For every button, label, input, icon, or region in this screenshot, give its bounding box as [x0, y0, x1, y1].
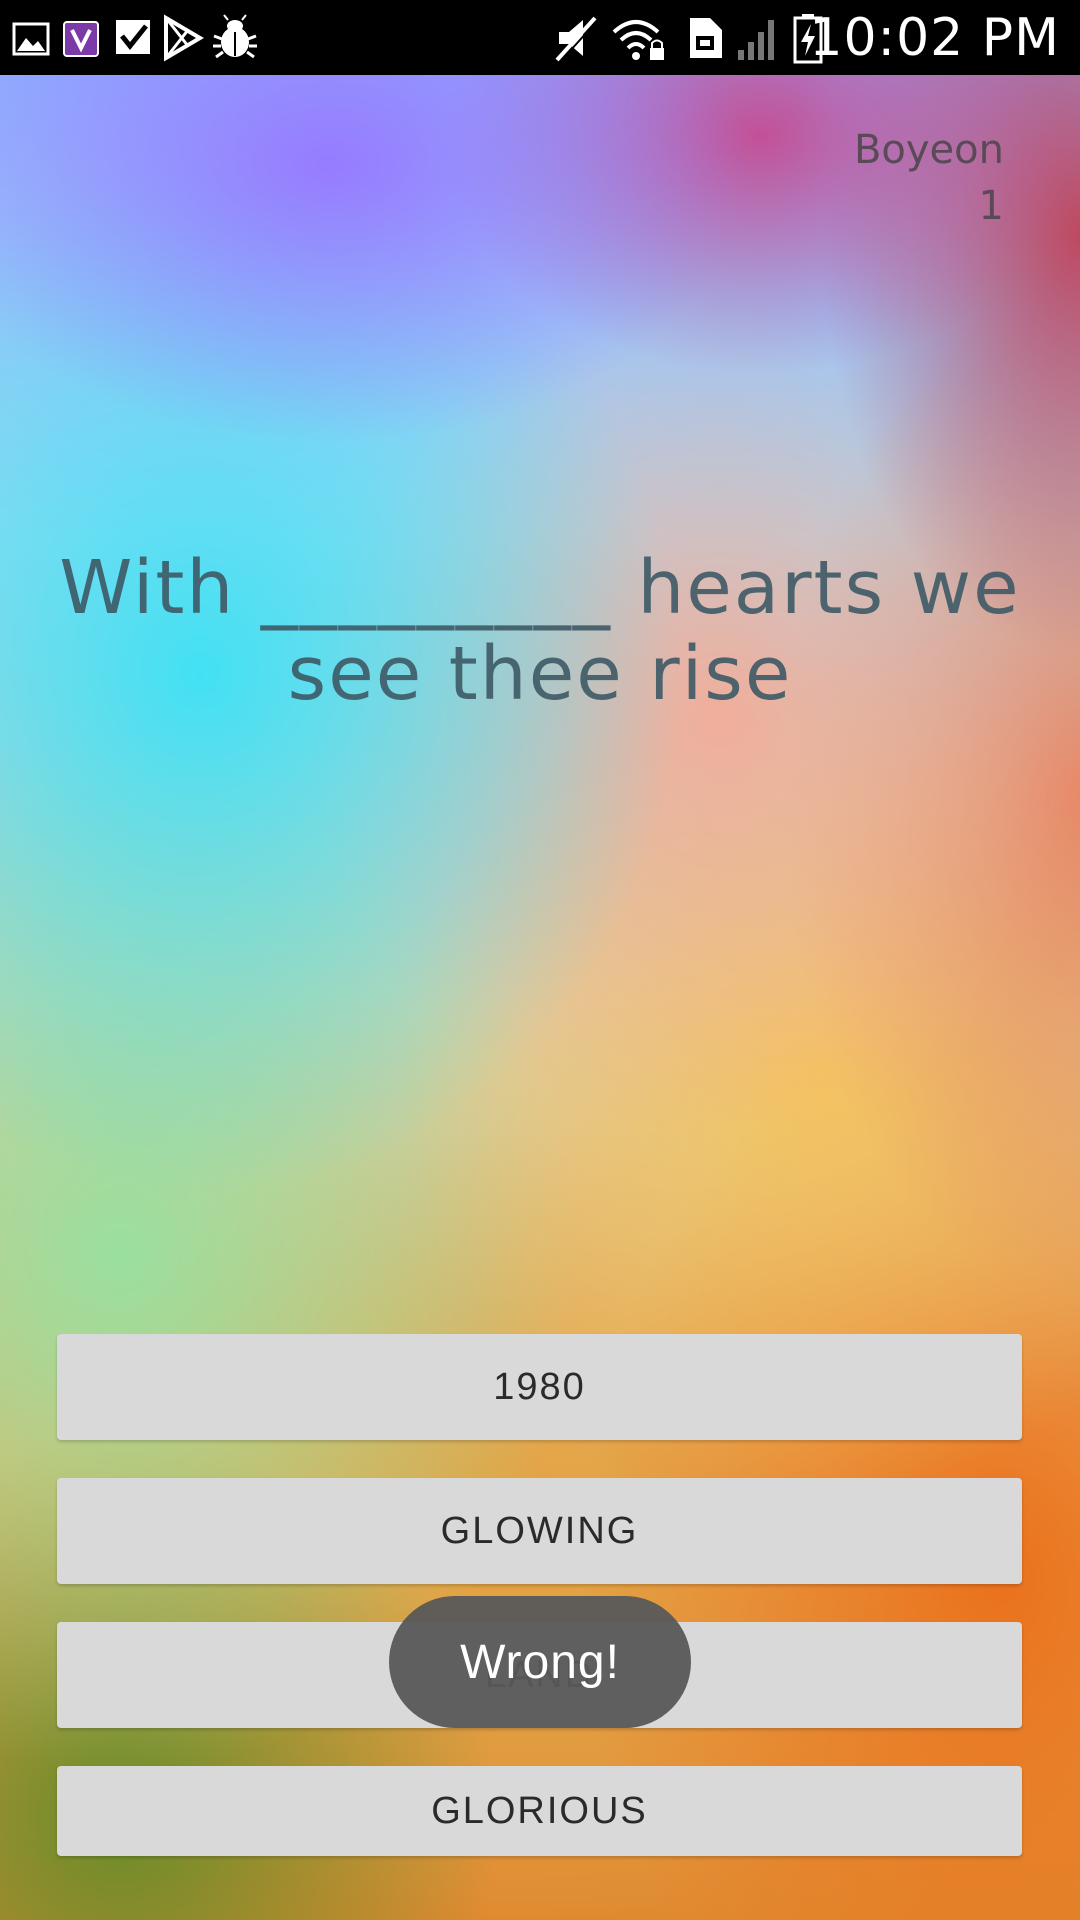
viber-icon [63, 21, 99, 57]
gallery-icon [12, 22, 50, 56]
tasks-check-icon [116, 20, 150, 54]
answer-button-1[interactable]: 1980 [57, 1334, 1022, 1440]
answer-button-2[interactable]: GLOWING [57, 1478, 1022, 1584]
mute-icon [555, 16, 599, 62]
answer-button-4[interactable]: GLORIOUS [57, 1766, 1022, 1856]
question-text: With _________ hearts we see thee rise [59, 545, 1021, 717]
wrong-toast: Wrong! [389, 1596, 691, 1728]
bug-debug-icon [213, 14, 257, 59]
player-score: 1 [978, 183, 1004, 229]
sim-card-icon [690, 18, 722, 58]
wifi-lock-icon [612, 20, 664, 60]
status-bar: 10:02 PM [0, 0, 1080, 75]
quiz-screen: 10:02 PM Boyeon 1 With _________ hearts … [0, 0, 1080, 1920]
status-time: 10:02 PM [809, 8, 1060, 68]
player-name: Boyeon [853, 127, 1004, 173]
signal-icon [738, 20, 774, 60]
play-store-icon [164, 14, 204, 62]
